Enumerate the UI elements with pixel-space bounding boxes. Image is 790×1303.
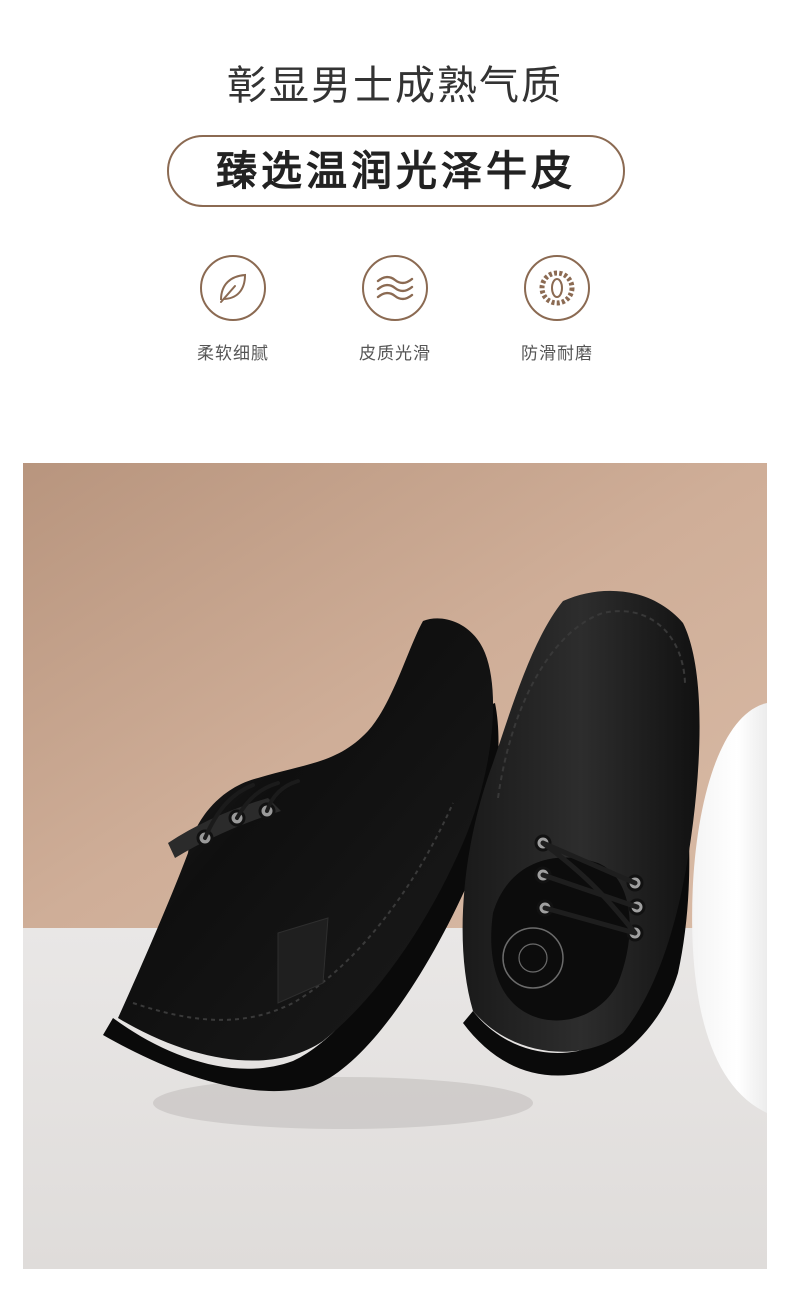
tire-icon [524,255,590,321]
header-title-pill: 臻选温润光泽牛皮 [167,135,625,207]
feature-item-soft: 柔软细腻 [163,255,303,364]
feature-label: 防滑耐磨 [521,344,593,364]
header-subtitle: 彰显男士成熟气质 [227,63,563,109]
header-title: 臻选温润光泽牛皮 [216,147,576,195]
feature-label: 柔软细腻 [197,344,269,364]
feature-item-smooth: 皮质光滑 [325,255,465,364]
product-photo [23,463,767,1269]
shoe-shadow [153,1077,533,1129]
feature-label: 皮质光滑 [359,344,431,364]
feature-list: 柔软细腻 皮质光滑 防滑耐磨 [0,255,790,375]
wave-icon [362,255,428,321]
product-detail-page: 彰显男士成熟气质 臻选温润光泽牛皮 柔软细腻 皮质光滑 防滑耐磨 [0,0,790,1303]
leaf-icon [200,255,266,321]
feature-item-antiskid: 防滑耐磨 [487,255,627,364]
